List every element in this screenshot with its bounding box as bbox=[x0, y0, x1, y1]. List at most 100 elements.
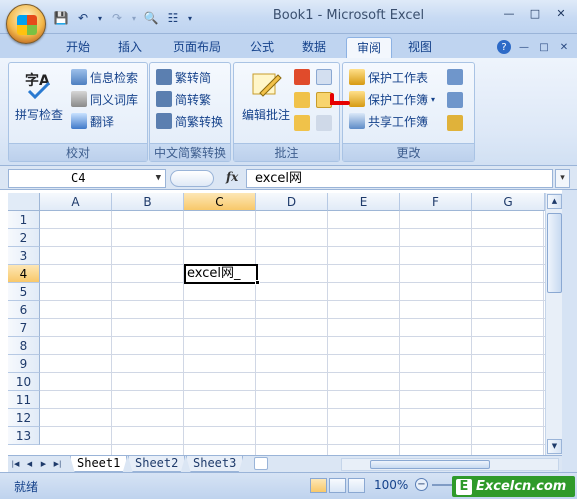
page-break-view-icon[interactable] bbox=[348, 478, 365, 493]
row-header[interactable]: 1 bbox=[8, 211, 40, 229]
protect-workbook-button[interactable]: 保护工作簿 ▾ bbox=[349, 89, 435, 109]
translate-button[interactable]: 翻译 bbox=[71, 111, 114, 131]
formula-bar: C4 ▼ fx excel网 ▾ bbox=[0, 166, 577, 190]
delete-comment-icon[interactable] bbox=[294, 69, 310, 85]
previous-comment-icon[interactable] bbox=[294, 92, 310, 108]
formula-bar-controls[interactable] bbox=[170, 170, 214, 187]
tab-view[interactable]: 视图 bbox=[400, 37, 440, 58]
insert-sheet-icon[interactable] bbox=[254, 457, 268, 470]
vertical-scroll-thumb[interactable] bbox=[547, 213, 562, 293]
column-header[interactable]: E bbox=[328, 193, 400, 211]
tab-home[interactable]: 开始 bbox=[58, 37, 98, 58]
spell-check-icon: 字A bbox=[25, 72, 51, 100]
last-sheet-icon[interactable]: ▶| bbox=[52, 458, 63, 470]
row-header[interactable]: 3 bbox=[8, 247, 40, 265]
track-changes-icon[interactable] bbox=[447, 115, 463, 131]
conversion-label: 简繁转换 bbox=[175, 114, 224, 129]
name-box-dropdown-icon[interactable]: ▼ bbox=[156, 170, 161, 187]
row-header[interactable]: 6 bbox=[8, 301, 40, 319]
to-traditional-button[interactable]: 简转繁 bbox=[156, 89, 211, 109]
window-border bbox=[562, 190, 577, 480]
office-button[interactable] bbox=[6, 4, 46, 44]
group-label-proofing: 校对 bbox=[9, 143, 147, 161]
worksheet-grid[interactable]: A B C D E F G 1 2 3 4 5 6 7 8 9 10 11 12… bbox=[8, 193, 545, 455]
tab-data[interactable]: 数据 bbox=[294, 37, 334, 58]
to-simplified-button[interactable]: 繁转简 bbox=[156, 67, 211, 87]
sheet-tab[interactable]: Sheet3 bbox=[186, 456, 244, 472]
sheet-tab[interactable]: Sheet2 bbox=[128, 456, 186, 472]
thesaurus-button[interactable]: 同义词库 bbox=[71, 89, 138, 109]
select-all-corner[interactable] bbox=[8, 193, 40, 211]
scroll-down-icon[interactable]: ▼ bbox=[547, 439, 562, 454]
ribbon-close-icon[interactable]: ✕ bbox=[557, 40, 571, 54]
protect-share-icon[interactable] bbox=[447, 69, 463, 85]
protect-sheet-button[interactable]: 保护工作表 bbox=[349, 67, 428, 87]
zoom-out-icon[interactable]: − bbox=[415, 478, 428, 491]
spell-check-button[interactable]: 字A 拼写检查 bbox=[13, 69, 65, 123]
research-button[interactable]: 信息检索 bbox=[71, 67, 138, 87]
edit-comment-label: 编辑批注 bbox=[241, 108, 290, 122]
close-icon[interactable]: ✕ bbox=[549, 4, 573, 22]
active-cell-c4[interactable]: excel网_ bbox=[184, 264, 258, 284]
prev-sheet-icon[interactable]: ◀ bbox=[24, 458, 35, 470]
zoom-level[interactable]: 100% bbox=[374, 478, 408, 492]
group-label-chinese-conversion: 中文简繁转换 bbox=[150, 143, 230, 161]
grid-line bbox=[40, 354, 545, 355]
row-header[interactable]: 4 bbox=[8, 265, 40, 283]
brand-text: Excelcn.com bbox=[476, 479, 567, 494]
conversion-button[interactable]: 简繁转换 bbox=[156, 111, 223, 131]
row-header[interactable]: 11 bbox=[8, 391, 40, 409]
column-header[interactable]: B bbox=[112, 193, 184, 211]
group-proofing: 字A 拼写检查 信息检索 同义词库 翻译 校对 bbox=[8, 62, 148, 162]
expand-formula-bar-icon[interactable]: ▾ bbox=[555, 169, 570, 188]
row-header[interactable]: 8 bbox=[8, 337, 40, 355]
row-header[interactable]: 7 bbox=[8, 319, 40, 337]
show-all-comments-icon[interactable] bbox=[294, 115, 310, 131]
row-header[interactable]: 5 bbox=[8, 283, 40, 301]
scroll-up-icon[interactable]: ▲ bbox=[547, 194, 562, 209]
title-bar: 💾 ↶ ▾ ↷ ▾ 🔍 ☷ ▾ Book1 - Microsoft Excel … bbox=[0, 0, 577, 44]
first-sheet-icon[interactable]: |◀ bbox=[10, 458, 21, 470]
protect-workbook-dropdown-icon[interactable]: ▾ bbox=[431, 95, 435, 104]
row-header[interactable]: 9 bbox=[8, 355, 40, 373]
fill-handle[interactable] bbox=[255, 280, 260, 285]
normal-view-icon[interactable] bbox=[310, 478, 327, 493]
ribbon-tabs: 开始 插入 页面布局 公式 数据 审阅 视图 ? — □ ✕ bbox=[0, 34, 577, 58]
maximize-icon[interactable]: □ bbox=[523, 4, 547, 22]
ribbon-minimize-icon[interactable]: — bbox=[517, 40, 531, 54]
row-header[interactable]: 10 bbox=[8, 373, 40, 391]
edit-comment-button[interactable]: 编辑批注 bbox=[238, 69, 294, 123]
row-header[interactable]: 13 bbox=[8, 427, 40, 445]
conversion-icon bbox=[156, 113, 172, 129]
column-header[interactable]: D bbox=[256, 193, 328, 211]
column-header[interactable]: C bbox=[184, 193, 256, 211]
row-header[interactable]: 2 bbox=[8, 229, 40, 247]
horizontal-scrollbar[interactable] bbox=[341, 458, 559, 471]
column-header[interactable]: A bbox=[40, 193, 112, 211]
horizontal-scroll-thumb[interactable] bbox=[370, 460, 490, 469]
formula-input[interactable]: excel网 bbox=[246, 169, 553, 188]
research-label: 信息检索 bbox=[90, 70, 139, 85]
share-workbook-button[interactable]: 共享工作簿 bbox=[349, 111, 428, 131]
row-header[interactable]: 12 bbox=[8, 409, 40, 427]
tab-review[interactable]: 审阅 bbox=[346, 37, 392, 58]
ribbon-restore-icon[interactable]: □ bbox=[537, 40, 551, 54]
column-header[interactable]: F bbox=[400, 193, 472, 211]
show-ink-icon[interactable] bbox=[316, 115, 332, 131]
tab-formulas[interactable]: 公式 bbox=[244, 37, 280, 58]
tab-page-layout[interactable]: 页面布局 bbox=[164, 37, 230, 58]
page-layout-view-icon[interactable] bbox=[329, 478, 346, 493]
allow-edit-ranges-icon[interactable] bbox=[447, 92, 463, 108]
name-box[interactable]: C4 ▼ bbox=[8, 169, 166, 188]
column-header[interactable]: G bbox=[472, 193, 545, 211]
show-comment-icon[interactable] bbox=[316, 69, 332, 85]
help-icon[interactable]: ? bbox=[497, 40, 511, 54]
minimize-icon[interactable]: — bbox=[497, 4, 521, 22]
next-sheet-icon[interactable]: ▶ bbox=[38, 458, 49, 470]
ribbon: 字A 拼写检查 信息检索 同义词库 翻译 校对 繁转简 简转繁 简繁转换 中文简… bbox=[0, 58, 577, 166]
tab-insert[interactable]: 插入 bbox=[110, 37, 150, 58]
insert-function-button[interactable]: fx bbox=[226, 170, 238, 184]
vertical-scrollbar[interactable]: ▲ ▼ bbox=[545, 193, 562, 455]
sheet-tab[interactable]: Sheet1 bbox=[70, 456, 128, 472]
grid-line bbox=[40, 228, 545, 229]
